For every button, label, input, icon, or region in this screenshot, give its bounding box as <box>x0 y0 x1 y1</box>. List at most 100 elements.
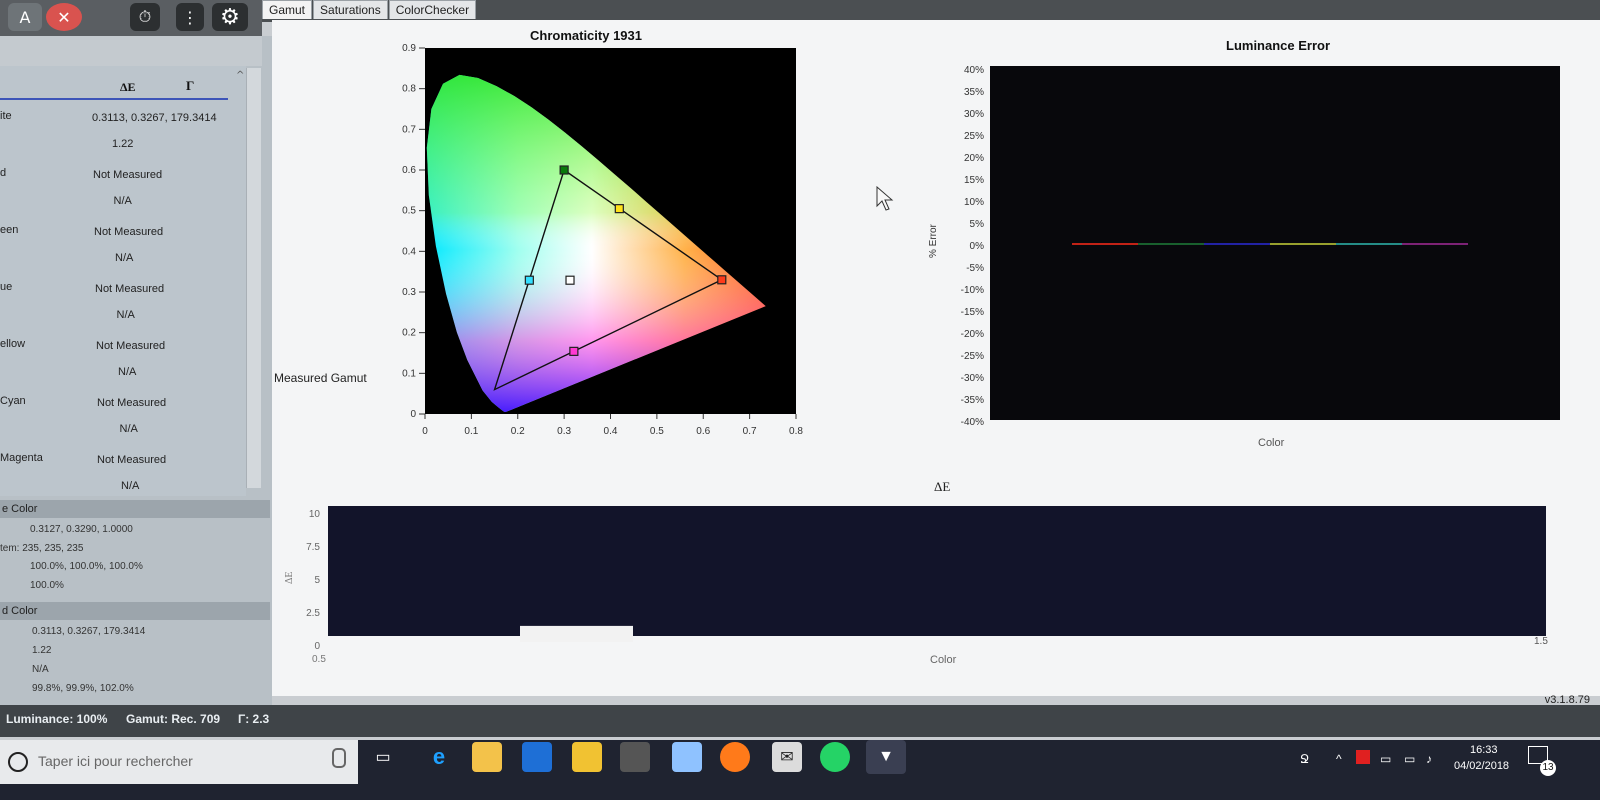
luminance-x-label: Color <box>1258 437 1285 449</box>
header-gamma: Γ <box>186 78 195 93</box>
tray-battery-icon[interactable]: ▭ <box>1380 752 1391 766</box>
gamut-point <box>524 275 534 285</box>
whatsapp-icon[interactable] <box>820 742 850 772</box>
status-gamma: Γ: 2.3 <box>238 712 270 726</box>
tab-bar: Gamut Saturations ColorChecker <box>262 0 477 20</box>
table-row-label: ellow <box>0 338 26 350</box>
y-tick-label: 0.7 <box>402 124 416 135</box>
settings-button[interactable]: ⚙ <box>212 3 248 31</box>
y-tick-label: 0% <box>970 241 985 252</box>
y-tick-label: -40% <box>961 417 984 428</box>
calculator-icon[interactable] <box>620 742 650 772</box>
delta-e-x-left: 0.5 <box>312 654 326 665</box>
table-row-value[interactable]: Not Measured <box>97 454 166 466</box>
target-color-title: e Color <box>2 503 38 515</box>
x-tick-label: 0.4 <box>604 426 618 437</box>
file-explorer-icon[interactable] <box>472 742 502 772</box>
target-xyy: 0.3127, 0.3290, 1.0000 <box>30 524 133 535</box>
table-row-label: Cyan <box>0 395 26 407</box>
timer-button[interactable]: ⏱ <box>130 3 160 31</box>
table-row-label: Magenta <box>0 452 43 464</box>
table-row-label: ue <box>0 281 13 293</box>
x-tick-label: 0.7 <box>743 426 757 437</box>
table-row-value[interactable]: Not Measured <box>94 226 163 238</box>
table-row-subvalue: N/A <box>113 195 132 207</box>
version-label: v3.1.8.79 <box>1544 694 1590 706</box>
hcfr-app-icon[interactable]: ▼ <box>866 740 906 774</box>
toolbar: A ✕ ⏱ ⋮ ⚙ <box>0 0 262 36</box>
volume-icon[interactable]: ♪ <box>1426 752 1432 766</box>
delta-e-title: ΔE <box>934 479 951 494</box>
table-row-value[interactable]: Not Measured <box>95 283 164 295</box>
measured-delta-e: 1.22 <box>32 645 52 656</box>
table-row-label: d <box>0 167 7 179</box>
x-tick-label: 0.3 <box>557 426 571 437</box>
delta-e-chart: 10 7.5 5 2.5 0 <box>306 506 1546 652</box>
table-row-value[interactable]: Not Measured <box>96 340 165 352</box>
clock-time[interactable]: 16:33 <box>1470 744 1498 756</box>
delta-e-plot-background <box>328 506 1546 636</box>
media-icon[interactable] <box>572 742 602 772</box>
luminance-error-chart: 40% 35% 30% 25% 20% 15% 10% 5% 0% -5% -10% -15% -20%… <box>961 65 1560 428</box>
more-button[interactable]: ⋮ <box>176 3 204 31</box>
measured-rgb-percent: 99.8%, 99.9%, 102.0% <box>32 683 134 694</box>
table-scrollbar[interactable] <box>246 68 261 488</box>
scroll-up-icon[interactable]: ^ <box>236 70 244 81</box>
y-tick-label: 10 <box>309 509 321 520</box>
gamut-point <box>614 204 624 214</box>
table-row-label: een <box>0 224 19 236</box>
firefox-icon[interactable] <box>720 742 750 772</box>
luminance-title: Luminance Error <box>1226 38 1331 53</box>
tab-saturations[interactable]: Saturations <box>313 0 388 19</box>
auto-button[interactable]: A <box>8 3 42 31</box>
table-row-value[interactable]: 0.3113, 0.3267, 179.3414 <box>92 112 217 124</box>
x-tick-label: 0.8 <box>789 426 803 437</box>
y-tick-label: 20% <box>964 153 984 164</box>
search-placeholder[interactable]: Taper ici pour rechercher <box>38 753 193 769</box>
y-tick-label: 0.5 <box>402 206 416 217</box>
people-icon[interactable]: Ջ <box>1300 752 1309 766</box>
tab-colorchecker[interactable]: ColorChecker <box>388 0 477 19</box>
tab-gamut[interactable]: Gamut <box>262 0 313 19</box>
x-tick-label: 0.6 <box>696 426 710 437</box>
y-tick-label: 5% <box>970 219 985 230</box>
table-row-subvalue: N/A <box>115 252 134 264</box>
status-gamut: Gamut: Rec. 709 <box>126 712 221 726</box>
chromaticity-chart: 0 0.1 0.2 0.3 0.4 0.5 0.6 0.7 0.8 0 0.1 0.2 0.3 0.4 0.… <box>402 43 803 437</box>
close-icon: ✕ <box>57 7 71 27</box>
tray-app-icon[interactable] <box>1356 750 1370 764</box>
y-tick-label: -10% <box>961 285 984 296</box>
cortana-icon <box>8 752 28 772</box>
edge-icon[interactable]: e <box>424 742 454 772</box>
header-delta-e: ΔE <box>120 80 136 94</box>
stop-button[interactable]: ✕ <box>46 3 82 31</box>
y-tick-label: -5% <box>966 263 984 274</box>
task-view-icon[interactable]: ▭ <box>368 742 398 772</box>
target-color-section: e Color <box>0 500 270 518</box>
measured-color-title: d Color <box>2 605 38 617</box>
header-underline <box>0 98 228 100</box>
microphone-icon[interactable] <box>332 748 346 768</box>
target-level: 100.0% <box>30 580 64 591</box>
y-tick-label: 10% <box>964 197 984 208</box>
gamut-point <box>569 346 579 356</box>
x-tick-label: 0 <box>422 426 428 437</box>
clock-date[interactable]: 04/02/2018 <box>1454 760 1509 772</box>
x-tick-label: 0.2 <box>511 426 525 437</box>
measured-xyy: 0.3113, 0.3267, 179.3414 <box>32 626 146 637</box>
table-row-value[interactable]: Not Measured <box>93 169 162 181</box>
y-tick-label: 25% <box>964 131 984 142</box>
table-row-value[interactable]: Not Measured <box>97 397 166 409</box>
timer-icon: ⏱ <box>138 7 152 26</box>
gamut-point <box>559 165 569 175</box>
tray-chevron-icon[interactable]: ^ <box>1336 752 1342 766</box>
mail-icon[interactable]: ✉ <box>772 742 802 772</box>
x-tick-label: 0.1 <box>464 426 478 437</box>
app-icon[interactable] <box>672 742 702 772</box>
y-tick-label: 15% <box>964 175 984 186</box>
store-icon[interactable] <box>522 742 552 772</box>
delta-e-y-label: ΔE <box>284 571 295 584</box>
tray-network-icon[interactable]: ▭ <box>1404 752 1415 766</box>
measured-color-section: d Color <box>0 602 270 620</box>
y-tick-label: 7.5 <box>306 542 320 553</box>
